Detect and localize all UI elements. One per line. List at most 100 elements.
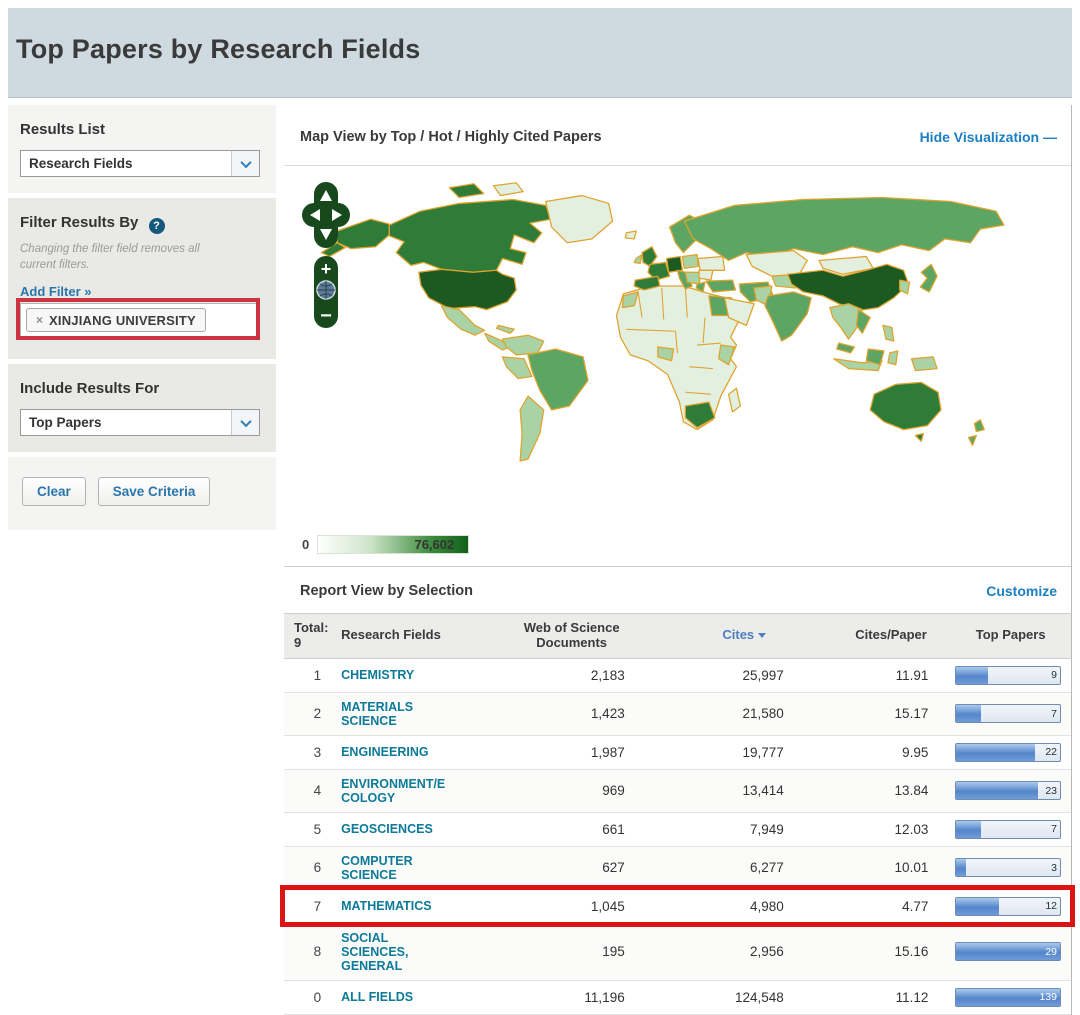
top-papers-bar: 7 bbox=[955, 704, 1061, 723]
map-new-zealand bbox=[969, 420, 985, 446]
total-count: Total: 9 bbox=[284, 614, 335, 659]
filter-sidebar: Results List Research Fields Filter Resu… bbox=[8, 105, 276, 530]
top-papers-bar: 12 bbox=[955, 897, 1061, 916]
map-russia bbox=[684, 198, 1004, 261]
customize-link[interactable]: Customize bbox=[986, 583, 1057, 599]
top-papers-bar: 9 bbox=[955, 666, 1061, 685]
table-row: 2 MATERIALS SCIENCE 1,423 21,580 15.17 7 bbox=[284, 692, 1071, 735]
map-turkey bbox=[706, 280, 736, 292]
results-list-label: Results List bbox=[20, 121, 264, 138]
column-header-cites-per-paper[interactable]: Cites/Paper bbox=[832, 614, 951, 659]
main-panel: Map View by Top / Hot / Highly Cited Pap… bbox=[284, 105, 1072, 1015]
chevron-down-icon[interactable] bbox=[231, 151, 259, 176]
map-south-america[interactable] bbox=[502, 335, 588, 461]
field-link[interactable]: SOCIAL SCIENCES, GENERAL bbox=[341, 931, 408, 973]
field-link[interactable]: ALL FIELDS bbox=[341, 990, 413, 1004]
active-filter-tag[interactable]: × XINJIANG UNIVERSITY bbox=[26, 308, 206, 332]
page: Top Papers by Research Fields Results Li… bbox=[0, 0, 1080, 984]
map-tasmania bbox=[915, 434, 923, 442]
map-navigation-controls[interactable]: + − bbox=[300, 180, 352, 332]
map-germany bbox=[667, 257, 683, 273]
field-link[interactable]: COMPUTER SCIENCE bbox=[341, 854, 413, 882]
top-papers-bar: 3 bbox=[955, 858, 1061, 877]
results-table: Total: 9 Research Fields Web of Science … bbox=[284, 613, 1071, 1015]
map-kazakhstan bbox=[746, 251, 807, 277]
map-korea bbox=[900, 280, 910, 294]
remove-filter-icon[interactable]: × bbox=[36, 313, 43, 327]
map-view-header: Map View by Top / Hot / Highly Cited Pap… bbox=[284, 105, 1071, 166]
top-papers-bar: 7 bbox=[955, 820, 1061, 839]
add-filter-link[interactable]: Add Filter » bbox=[20, 284, 92, 299]
map-legend: 0 76,602 bbox=[292, 529, 1071, 566]
include-results-panel: Include Results For Top Papers bbox=[8, 364, 276, 452]
map-africa[interactable] bbox=[617, 286, 741, 430]
zoom-in-icon[interactable]: + bbox=[321, 259, 332, 279]
table-row: 6 COMPUTER SCIENCE 627 6,277 10.01 3 bbox=[284, 846, 1071, 889]
include-results-label: Include Results For bbox=[20, 380, 264, 397]
table-row: 5 GEOSCIENCES 661 7,949 12.03 7 bbox=[284, 812, 1071, 846]
results-list-dropdown[interactable]: Research Fields bbox=[20, 150, 260, 177]
collapse-icon: — bbox=[1043, 129, 1057, 145]
sort-desc-icon bbox=[758, 633, 766, 638]
top-papers-bar: 23 bbox=[955, 781, 1061, 800]
clear-button[interactable]: Clear bbox=[22, 477, 86, 506]
map-iceland bbox=[625, 231, 636, 239]
active-filter-label: XINJIANG UNIVERSITY bbox=[49, 313, 196, 328]
map-madagascar bbox=[729, 388, 741, 412]
world-map[interactable] bbox=[292, 170, 1050, 524]
map-brazil bbox=[528, 349, 588, 410]
map-canada bbox=[389, 200, 551, 273]
map-usa bbox=[419, 269, 516, 309]
include-results-dropdown[interactable]: Top Papers bbox=[20, 409, 260, 436]
save-criteria-button[interactable]: Save Criteria bbox=[98, 477, 211, 506]
field-link[interactable]: ENGINEERING bbox=[341, 745, 429, 759]
field-link[interactable]: ENVIRONMENT/E COLOGY bbox=[341, 777, 445, 805]
table-row-highlighted: 7 MATHEMATICS 1,045 4,980 4.77 12 bbox=[284, 889, 1071, 923]
report-view-header: Report View by Selection Customize bbox=[284, 566, 1071, 613]
report-view-title: Report View by Selection bbox=[300, 583, 473, 599]
filter-note: Changing the filter field removes all cu… bbox=[20, 242, 230, 273]
results-list-value: Research Fields bbox=[21, 156, 231, 171]
results-list-panel: Results List Research Fields bbox=[8, 105, 276, 193]
legend-max-value: 76,602 bbox=[414, 537, 454, 552]
column-header-top-papers[interactable]: Top Papers bbox=[950, 614, 1071, 659]
column-header-documents[interactable]: Web of Science Documents bbox=[497, 614, 689, 659]
table-header-row: Total: 9 Research Fields Web of Science … bbox=[284, 614, 1071, 659]
map-view-title: Map View by Top / Hot / Highly Cited Pap… bbox=[300, 129, 602, 145]
top-papers-bar: 139 bbox=[955, 988, 1061, 1007]
page-title: Top Papers by Research Fields bbox=[16, 34, 1072, 65]
top-papers-bar: 29 bbox=[955, 942, 1061, 961]
field-link[interactable]: CHEMISTRY bbox=[341, 668, 414, 682]
column-header-research-fields[interactable]: Research Fields bbox=[335, 614, 496, 659]
page-header: Top Papers by Research Fields bbox=[8, 8, 1072, 98]
field-link[interactable]: MATERIALS SCIENCE bbox=[341, 700, 413, 728]
field-link[interactable]: GEOSCIENCES bbox=[341, 822, 433, 836]
chevron-down-icon[interactable] bbox=[231, 410, 259, 435]
map-container: + − bbox=[284, 166, 1071, 566]
include-results-value: Top Papers bbox=[21, 415, 231, 430]
legend-min-value: 0 bbox=[302, 537, 309, 552]
map-japan bbox=[920, 264, 937, 292]
top-papers-bar: 22 bbox=[955, 743, 1061, 762]
pan-control[interactable] bbox=[302, 182, 350, 248]
map-mexico bbox=[441, 306, 484, 336]
map-greenland bbox=[546, 196, 613, 243]
filter-input[interactable]: × XINJIANG UNIVERSITY bbox=[20, 303, 260, 337]
map-north-america[interactable] bbox=[322, 183, 637, 350]
map-india bbox=[765, 292, 811, 341]
hide-visualization-link[interactable]: Hide Visualization — bbox=[920, 129, 1057, 145]
filter-panel: Filter Results By ? Changing the filter … bbox=[8, 198, 276, 359]
help-icon[interactable]: ? bbox=[149, 218, 165, 234]
table-row: 0 ALL FIELDS 11,196 124,548 11.12 139 bbox=[284, 980, 1071, 1014]
actions-panel: Clear Save Criteria bbox=[8, 457, 276, 530]
zoom-control[interactable]: + − bbox=[314, 256, 338, 328]
field-link[interactable]: MATHEMATICS bbox=[341, 899, 432, 913]
map-philippines bbox=[883, 325, 894, 341]
legend-gradient-bar: 76,602 bbox=[317, 535, 469, 554]
zoom-out-icon[interactable]: − bbox=[320, 305, 332, 327]
map-oceania[interactable] bbox=[870, 382, 984, 445]
table-row: 4 ENVIRONMENT/E COLOGY 969 13,414 13.84 … bbox=[284, 769, 1071, 812]
map-australia bbox=[870, 382, 941, 429]
column-header-cites[interactable]: Cites bbox=[689, 614, 832, 659]
table-row: 1 CHEMISTRY 2,183 25,997 11.91 9 bbox=[284, 658, 1071, 692]
